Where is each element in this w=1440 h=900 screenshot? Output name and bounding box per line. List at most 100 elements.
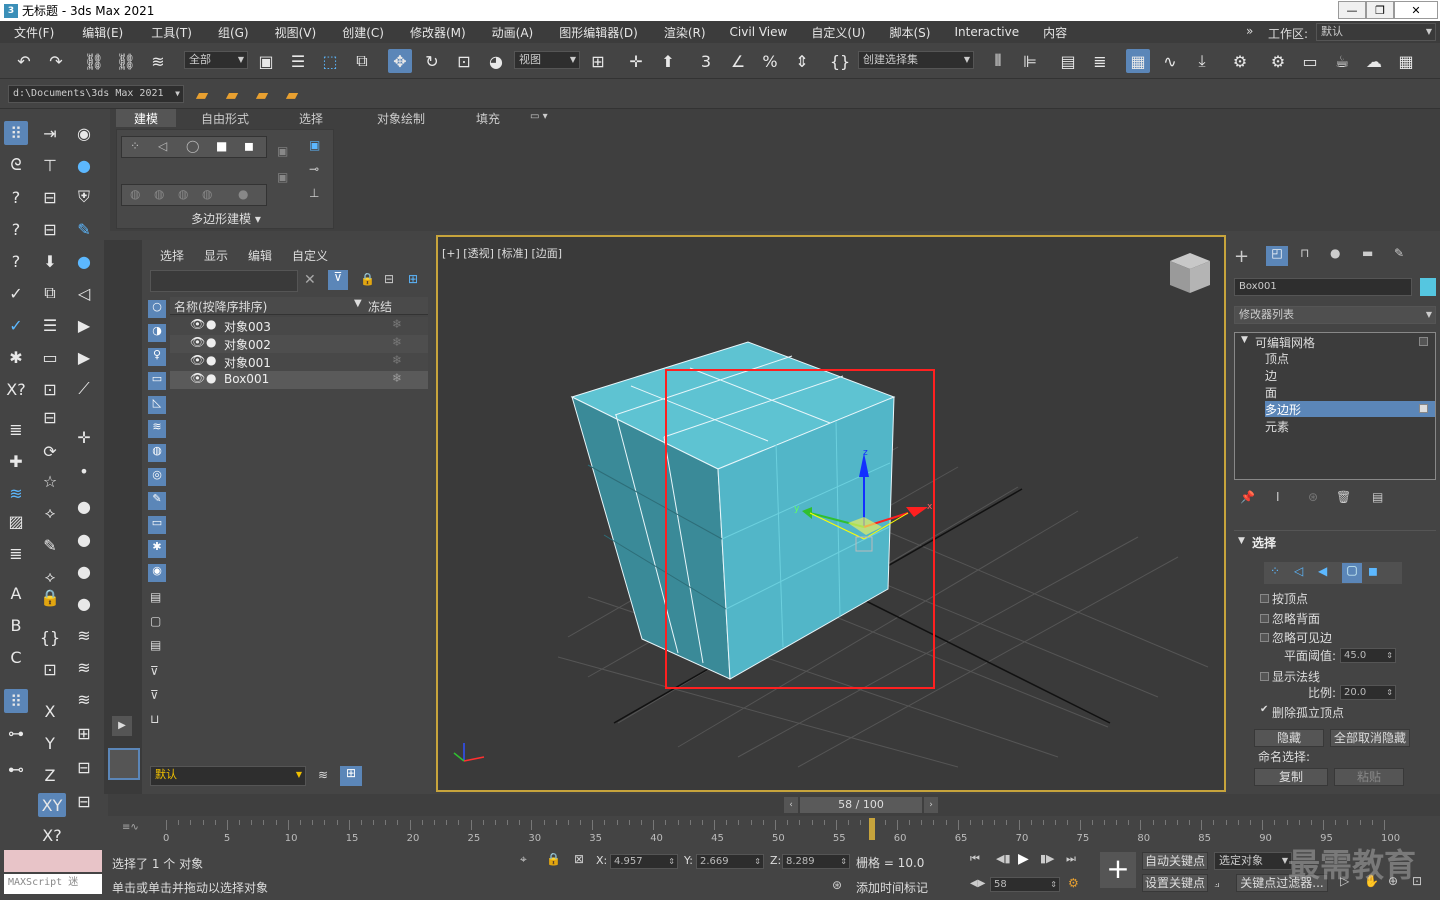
key-mode-icon[interactable]: ◀▶ [970,878,985,889]
edge-mode-icon[interactable]: ◁ [1294,564,1303,578]
layers2-icon[interactable]: ≋ [72,623,96,647]
se-cameras-icon[interactable]: ◺ [148,396,166,414]
project-path-dropdown[interactable]: d:\Documents\3ds Max 2021 ▼ [8,85,184,103]
shirt-icon[interactable]: ⛨ [72,185,96,209]
window-icon[interactable]: ⊤ [38,153,62,177]
show-normals-checkbox[interactable] [1260,672,1269,681]
tree-icon[interactable]: ⟡ [38,501,62,525]
configure-modifier-icon[interactable]: ▤ [1372,490,1383,504]
move-icon[interactable]: ✥ [388,49,412,73]
shape-icon[interactable]: ● [72,153,96,177]
project-save-icon[interactable]: ▰ [250,82,274,106]
track-bar-toggle-icon[interactable]: ≡∿ [122,822,139,833]
project-folder-icon[interactable]: ▰ [190,82,214,106]
utilities-tab-icon[interactable]: ✎ [1394,246,1404,260]
stack-layers-icon[interactable]: ≋ [4,481,28,505]
layers3-icon[interactable]: ≋ [72,655,96,679]
dot-icon[interactable]: • [72,459,96,483]
project-settings-icon[interactable]: ▰ [280,82,304,106]
pen-icon[interactable]: ✎ [72,217,96,241]
named-selection-dropdown[interactable]: 创建选择集 ▼ [858,51,974,69]
angle-snap-icon[interactable]: ∠ [726,49,750,73]
menu-rendering[interactable]: 渲染(R) [664,24,706,41]
motion-tab-icon[interactable]: ● [1330,246,1340,260]
axis-xq-icon[interactable]: X? [38,823,66,847]
next-frame-icon[interactable]: › [924,797,938,813]
maxscript-listener[interactable] [4,850,102,872]
knife-icon[interactable]: ⟋ [72,377,96,401]
se-opt2-icon[interactable]: ▢ [150,614,161,628]
scale-icon[interactable]: ⊡ [452,49,476,73]
ribbon-side4-icon[interactable]: ⊸ [309,162,319,176]
freeze-icon[interactable]: ❄ [392,353,402,367]
ball-icon[interactable]: ● [72,527,96,551]
se-opt3-icon[interactable]: ▤ [150,638,161,652]
modify-tab-icon[interactable]: ◰ [1266,246,1288,266]
edit5-icon[interactable]: ● [238,187,248,201]
measure-icon[interactable]: ⊶ [4,721,28,745]
stack-item[interactable]: 面 [1235,384,1435,400]
bring-in-icon[interactable]: ⇥ [38,121,62,145]
time-slider-thumb[interactable]: 58 / 100 [800,797,922,813]
se-col-name[interactable]: 名称(按降序排序) [174,298,267,315]
auto-key-button[interactable]: 自动关键点 [1142,852,1208,870]
freeze-icon[interactable]: ❄ [392,371,402,385]
create-tab-icon[interactable]: + [1234,246,1249,267]
star-outline-icon[interactable]: ☆ [38,469,62,493]
vertex-mode-icon[interactable]: ⁘ [1270,564,1280,578]
goto-end-icon[interactable]: ⏭ [1066,852,1076,866]
plane-threshold-spinner[interactable]: 45.0 ⇕ [1340,648,1396,663]
ref-coord-dropdown[interactable]: 视图 ▼ [514,51,580,69]
add-time-tag[interactable]: 添加时间标记 [856,879,928,896]
se-opt1-icon[interactable]: ▤ [150,590,161,604]
stack-item[interactable]: 元素 [1235,418,1435,434]
play-icon[interactable]: ▶ [72,313,96,337]
window-crossing-icon[interactable]: ⧉ [350,49,374,73]
brush2-icon[interactable]: ✎ [38,533,62,557]
se-clear-icon[interactable]: ✕ [304,272,316,288]
grid-icon[interactable]: ⊟ [38,405,62,429]
menu-edit[interactable]: 编辑(E) [82,24,123,41]
ribbon-section-label[interactable]: 多边形建模 ▾ [117,210,335,227]
stack-item-selected[interactable]: 多边形 [1265,401,1435,417]
curve-editor-icon[interactable]: ∿ [1158,49,1182,73]
key-filter-icon[interactable]: ⟓ [1214,876,1220,891]
display-tab-icon[interactable]: ▬ [1362,246,1373,260]
dope-sheet-icon[interactable]: ⤓ [1190,49,1214,73]
edit-named-sel-icon[interactable]: {} [828,49,852,73]
render-cloud-icon[interactable]: ☁ [1362,49,1386,73]
menu-civil-view[interactable]: Civil View [730,25,788,39]
menu-views[interactable]: 视图(V) [275,24,317,41]
se-filter2-icon[interactable]: ⊽ [150,664,159,678]
menu-scripting[interactable]: 脚本(S) [889,24,930,41]
menu-graph-editors[interactable]: 图形编辑器(D) [559,24,638,41]
project-open-icon[interactable]: ▰ [220,82,244,106]
menu-tools[interactable]: 工具(T) [151,24,192,41]
menu-overflow-icon[interactable]: » [1246,24,1253,38]
se-tab-customize[interactable]: 自定义 [292,247,328,264]
stack-item[interactable]: 顶点 [1235,350,1435,366]
freeze-icon[interactable]: ❄ [392,317,402,331]
se-tree-icon[interactable]: ⊞ [408,272,418,286]
se-groups-icon[interactable]: ◎ [148,468,166,486]
misc-icon[interactable]: ⊟ [72,789,96,813]
select-manipulate-icon[interactable]: ✛ [624,49,648,73]
trash-icon[interactable]: ⊟ [72,755,96,779]
se-shapes-icon[interactable]: ♀ [148,348,166,366]
edit1-icon[interactable]: ◍ [130,187,140,201]
refresh-icon[interactable]: ⟳ [38,439,62,463]
list-icon[interactable]: ☰ [38,313,62,337]
se-particles-icon[interactable]: ✱ [148,540,166,558]
set-key-big-icon[interactable]: + [1100,852,1136,888]
selected-object-dropdown[interactable]: 选定对象 ▼ [1214,852,1292,870]
copy-icon[interactable]: ⧉ [38,281,62,305]
unlink-icon[interactable]: ⛓ [114,49,138,73]
paste-button[interactable]: 粘贴 [1334,768,1404,786]
render-dot-icon[interactable]: ● [206,317,216,331]
border-sub-icon[interactable]: ◯ [186,139,199,153]
expand-arrow-icon[interactable]: ▶ [112,716,132,736]
face-mode-icon[interactable]: ◀ [1318,564,1327,578]
lock-icon[interactable]: 🔒 [38,585,62,609]
layer-tree-btn-icon[interactable]: ⊞ [340,766,362,786]
se-lights-icon[interactable]: ▭ [148,372,166,390]
